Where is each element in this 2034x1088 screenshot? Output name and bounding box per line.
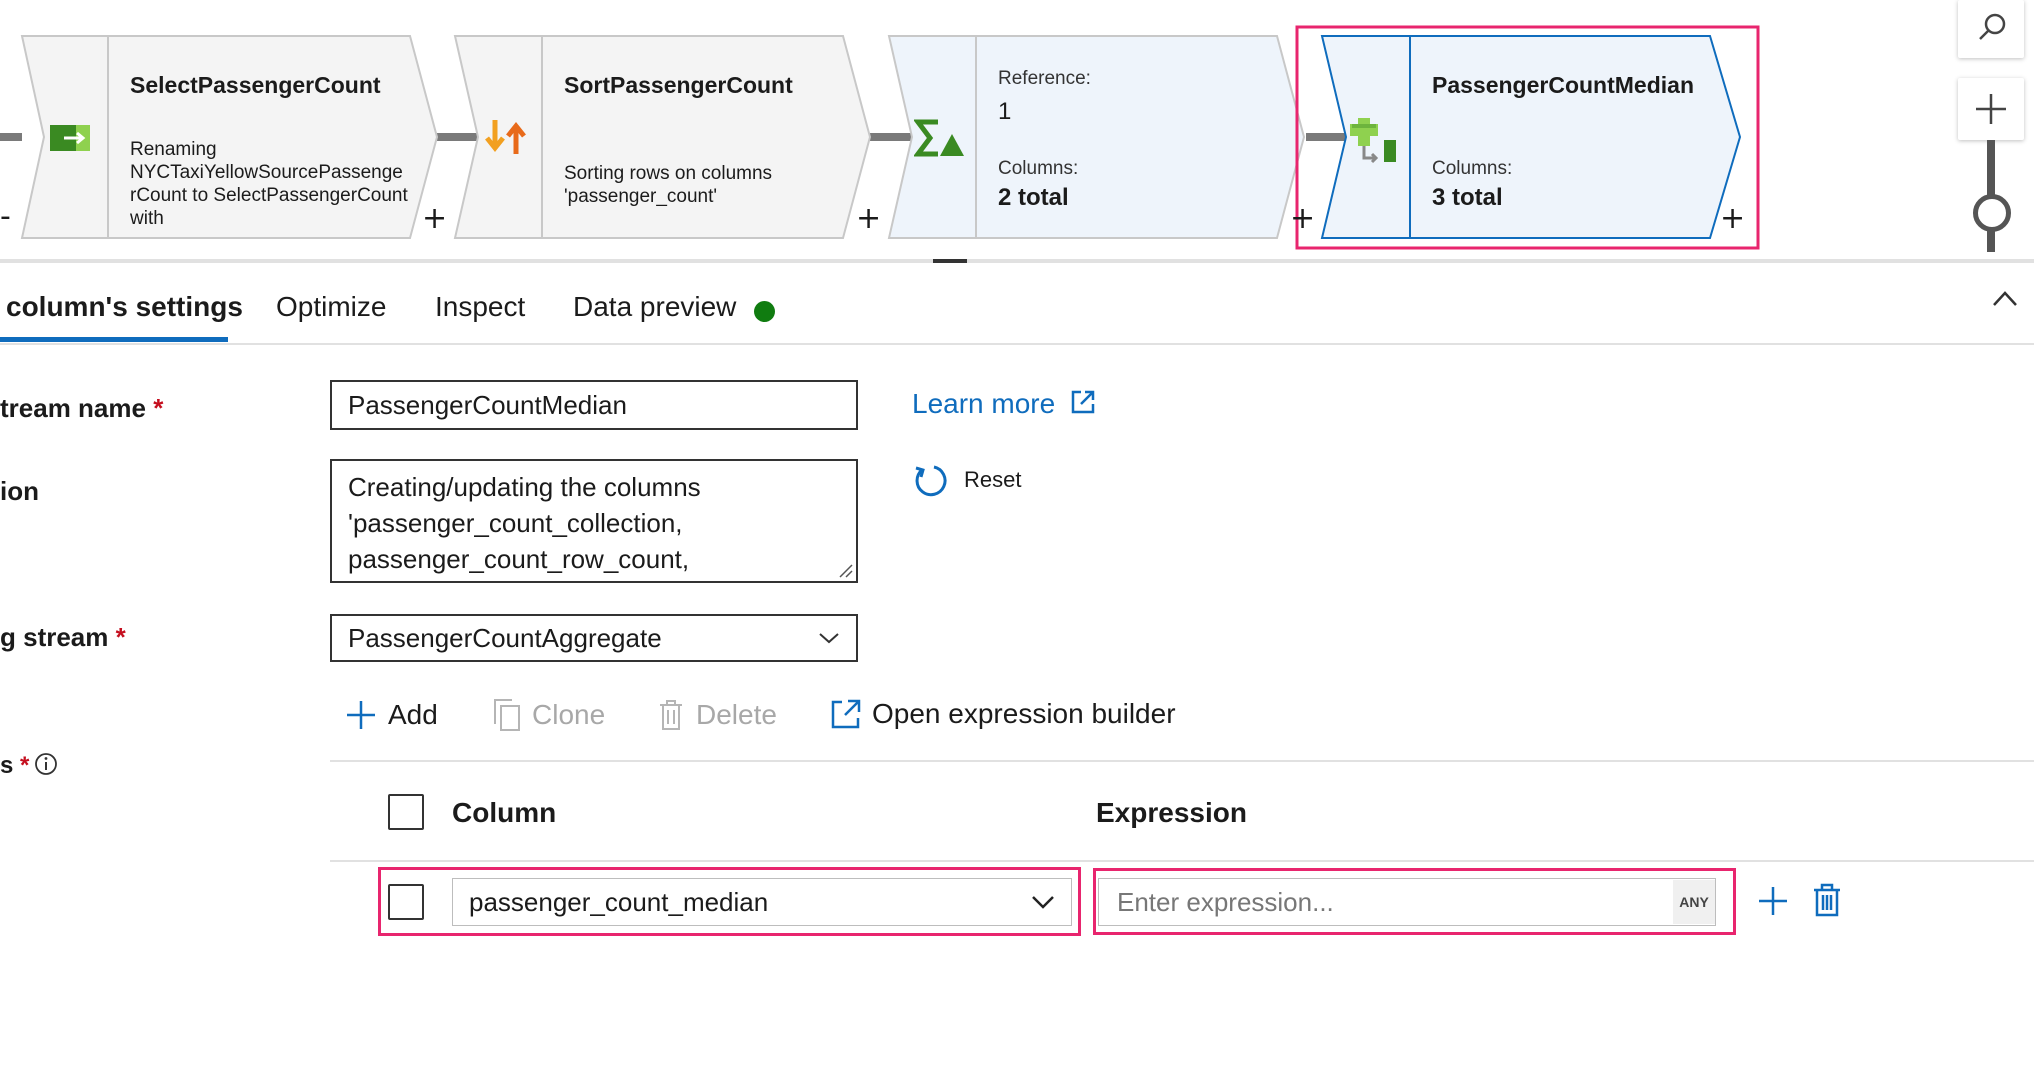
open-expression-builder-label: Open expression builder — [872, 698, 1176, 729]
node-reference-label: Reference: — [998, 68, 1091, 89]
external-link-icon — [831, 699, 861, 729]
trash-icon — [660, 700, 682, 730]
column-header: Column — [452, 797, 557, 828]
info-icon[interactable] — [34, 752, 58, 776]
search-icon — [1979, 13, 2006, 40]
row-checkbox[interactable] — [388, 884, 424, 920]
output-stream-name-label: tream name * — [0, 393, 164, 423]
node-add-transform-button[interactable]: + — [1290, 204, 1315, 234]
incoming-stream-label: g stream * — [0, 622, 126, 652]
description-textarea[interactable]: Creating/updating the columns 'passenger… — [330, 459, 858, 583]
node-add-transform-button[interactable]: + — [422, 204, 447, 234]
zoom-in-button[interactable] — [1958, 78, 2024, 140]
column-name-value: passenger_count_median — [469, 886, 769, 917]
data-flow-canvas[interactable]: SelectPassengerCount Renaming NYCTaxiYel… — [0, 0, 2034, 262]
node-columns-count: 2 total — [998, 184, 1069, 211]
learn-more-link[interactable]: Learn more — [912, 388, 1099, 420]
node-description: Sorting rows on columns 'passenger_count… — [564, 163, 773, 207]
active-tab-indicator — [0, 337, 228, 342]
expression-placeholder: Enter expression... — [1117, 886, 1334, 917]
status-indicator — [754, 301, 775, 322]
tab-column-settings[interactable]: column's settings — [6, 291, 243, 323]
copy-icon — [494, 699, 520, 731]
column-name-select[interactable]: passenger_count_median — [452, 878, 1072, 926]
node-description: Renaming NYCTaxiYellowSourcePassenge rCo… — [130, 139, 408, 229]
select-all-checkbox[interactable] — [388, 794, 424, 830]
chevron-down-icon — [1032, 896, 1054, 909]
plus-icon — [347, 701, 375, 729]
add-label: Add — [388, 699, 438, 730]
chevron-down-icon — [819, 633, 839, 644]
type-badge: ANY — [1673, 880, 1715, 924]
description-label: ion — [0, 476, 39, 506]
node-title: SelectPassengerCount — [130, 72, 381, 98]
delete-label: Delete — [696, 699, 777, 730]
sort-transform-icon — [485, 120, 526, 154]
plus-icon — [1976, 94, 2006, 124]
expression-header: Expression — [1096, 797, 1247, 828]
node-columns-label: Columns: — [1432, 158, 1513, 179]
tab-optimize[interactable]: Optimize — [276, 291, 386, 323]
columns-label: s * — [0, 752, 30, 779]
add-row-icon[interactable] — [1756, 884, 1790, 918]
expression-input[interactable]: Enter expression... ANY — [1098, 878, 1716, 926]
node-add-input-button[interactable]: - — [0, 202, 11, 232]
incoming-stream-select[interactable]: PassengerCountAggregate — [330, 614, 858, 662]
node-add-transform-button[interactable]: + — [1720, 204, 1745, 234]
select-transform-icon — [50, 125, 90, 151]
grid-header-divider — [330, 860, 2034, 862]
incoming-stream-value: PassengerCountAggregate — [348, 622, 662, 653]
reset-label: Reset — [964, 467, 1022, 492]
node-reference-value: 1 — [998, 98, 1012, 125]
reset-button[interactable]: Reset — [912, 462, 1021, 498]
grid-top-divider — [330, 760, 2034, 762]
clone-label: Clone — [532, 699, 606, 730]
tab-data-preview[interactable]: Data preview — [573, 291, 736, 323]
delete-button[interactable]: Delete — [658, 698, 777, 732]
reset-icon — [915, 465, 947, 497]
zoom-slider-handle[interactable] — [1973, 194, 2011, 232]
node-add-transform-button[interactable]: + — [856, 204, 881, 234]
delete-row-icon[interactable] — [1812, 882, 1842, 918]
aggregate-transform-icon — [914, 119, 964, 157]
zoom-search-button[interactable] — [1958, 0, 2024, 58]
resize-handle-icon[interactable] — [838, 563, 854, 579]
node-columns-label: Columns: — [998, 158, 1079, 179]
derived-column-icon — [1350, 118, 1396, 164]
open-expression-builder-button[interactable]: Open expression builder — [830, 698, 1176, 730]
clone-button[interactable]: Clone — [492, 698, 605, 732]
node-title: SortPassengerCount — [564, 72, 793, 98]
node-columns-count: 3 total — [1432, 184, 1503, 211]
settings-tab-bar: column's settings Optimize Inspect Data … — [0, 263, 2034, 345]
tab-inspect[interactable]: Inspect — [435, 291, 525, 323]
chevron-up-icon[interactable] — [1990, 287, 2020, 309]
external-link-icon — [1071, 390, 1095, 414]
add-column-button[interactable]: Add — [344, 698, 438, 732]
output-stream-name-input[interactable]: PassengerCountMedian — [330, 380, 858, 430]
node-title: PassengerCountMedian — [1432, 72, 1694, 98]
